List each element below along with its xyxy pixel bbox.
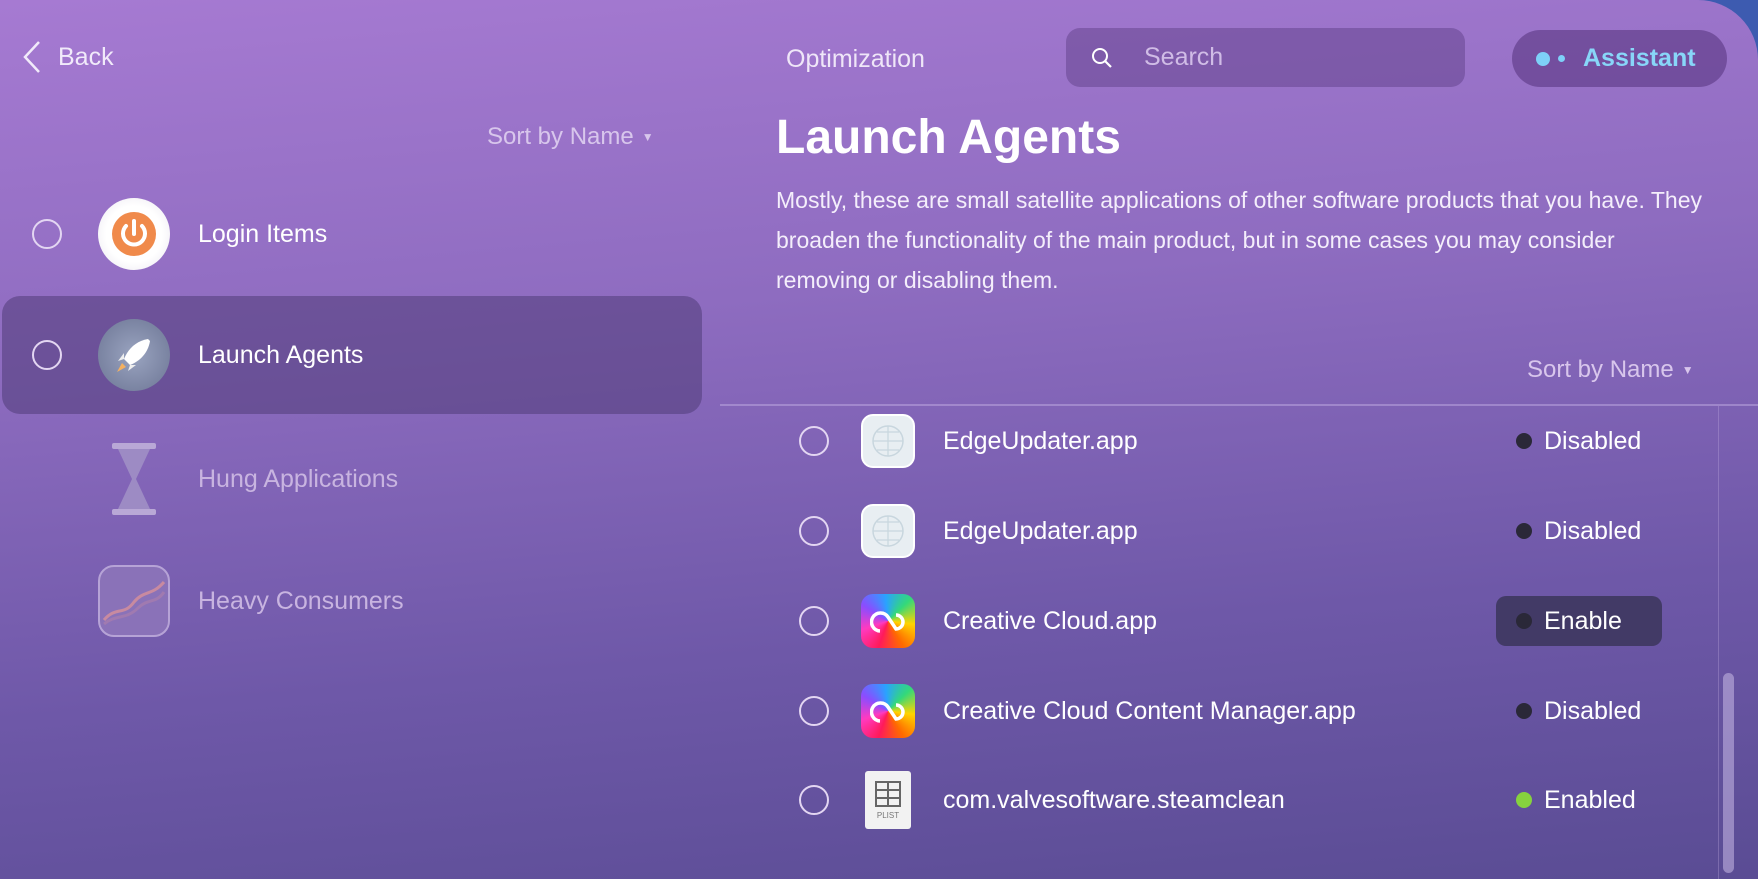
select-radio[interactable] <box>32 219 62 249</box>
status-dot-icon <box>1516 792 1532 808</box>
status-dot-icon <box>1516 703 1532 719</box>
creative-cloud-icon <box>861 684 915 738</box>
chevron-left-icon <box>23 41 40 73</box>
sidebar-item-heavy-consumers[interactable]: Heavy Consumers <box>2 542 702 660</box>
status-dot-icon <box>1516 613 1532 629</box>
caret-down-icon: ▼ <box>1681 363 1694 377</box>
status-badge: Disabled <box>1516 686 1641 736</box>
enable-button[interactable]: Enable <box>1496 596 1662 646</box>
status-label: Disabled <box>1544 696 1642 725</box>
search-icon <box>1092 47 1112 68</box>
sidebar-item-launch-agents[interactable]: Launch Agents <box>2 296 702 414</box>
status-label: Disabled <box>1544 426 1642 455</box>
search-input[interactable] <box>1144 43 1444 72</box>
select-radio[interactable] <box>799 426 829 456</box>
power-icon <box>98 198 170 270</box>
status-badge: Disabled <box>1516 416 1641 466</box>
plist-label: PLIST <box>876 810 900 820</box>
status-dot-icon <box>1516 523 1532 539</box>
select-radio[interactable] <box>799 696 829 726</box>
select-radio[interactable] <box>799 606 829 636</box>
edge-updater-icon <box>861 414 915 468</box>
sort-label: Sort by Name <box>487 123 634 150</box>
status-label: Disabled <box>1544 516 1642 545</box>
assistant-button[interactable]: Assistant <box>1512 30 1727 87</box>
item-name: com.valvesoftware.steamclean <box>943 785 1285 814</box>
sidebar-item-hung-applications[interactable]: Hung Applications <box>2 420 702 538</box>
select-radio[interactable] <box>32 340 62 370</box>
sidebar-item-label: Heavy Consumers <box>198 586 404 615</box>
back-button[interactable]: Back <box>22 40 114 74</box>
list-item: Creative Cloud Content Manager.app Disab… <box>780 671 1700 751</box>
scrollbar[interactable] <box>1718 406 1738 879</box>
sort-label: Sort by Name <box>1527 356 1674 383</box>
select-radio[interactable] <box>799 785 829 815</box>
list-sort-dropdown[interactable]: Sort by Name ▼ <box>1527 356 1694 384</box>
scrollbar-thumb[interactable] <box>1723 673 1734 873</box>
item-name: Creative Cloud Content Manager.app <box>943 696 1356 725</box>
search-box[interactable] <box>1066 28 1465 87</box>
select-radio[interactable] <box>799 516 829 546</box>
sidebar-item-label: Hung Applications <box>198 464 399 493</box>
sidebar-item-label: Login Items <box>198 219 328 248</box>
assistant-dot-small-icon <box>1558 55 1565 62</box>
status-badge: Enabled <box>1516 775 1636 825</box>
assistant-label: Assistant <box>1583 44 1696 72</box>
chart-icon <box>98 565 170 637</box>
back-label: Back <box>58 42 114 71</box>
status-badge: Disabled <box>1516 506 1641 556</box>
list-item: PLIST com.valvesoftware.steamclean Enabl… <box>780 760 1700 840</box>
sidebar-sort-dropdown[interactable]: Sort by Name ▼ <box>487 123 654 151</box>
section-title: Optimization <box>786 45 925 73</box>
sidebar-item-login-items[interactable]: Login Items <box>2 175 702 293</box>
list-item: EdgeUpdater.app Disabled <box>780 491 1700 571</box>
list-item: Creative Cloud.app Enable <box>780 581 1700 661</box>
plist-file-icon: PLIST <box>865 771 911 829</box>
creative-cloud-icon <box>861 594 915 648</box>
page-description: Mostly, these are small satellite applic… <box>776 187 1703 293</box>
status-label: Enable <box>1544 606 1622 635</box>
assistant-dot-icon <box>1536 51 1550 66</box>
list-item: EdgeUpdater.app Disabled <box>780 401 1700 481</box>
status-label: Enabled <box>1544 785 1636 814</box>
item-name: EdgeUpdater.app <box>943 516 1138 545</box>
page-title: Launch Agents <box>776 111 1121 164</box>
app-window: Back Optimization Assistant Sort by Name… <box>0 0 1758 879</box>
caret-down-icon: ▼ <box>641 130 654 144</box>
item-name: EdgeUpdater.app <box>943 426 1138 455</box>
hourglass-icon <box>98 443 170 515</box>
rocket-icon <box>98 319 170 391</box>
sidebar-item-label: Launch Agents <box>198 340 364 369</box>
status-dot-icon <box>1516 433 1532 449</box>
item-name: Creative Cloud.app <box>943 606 1158 635</box>
edge-updater-icon <box>861 504 915 558</box>
